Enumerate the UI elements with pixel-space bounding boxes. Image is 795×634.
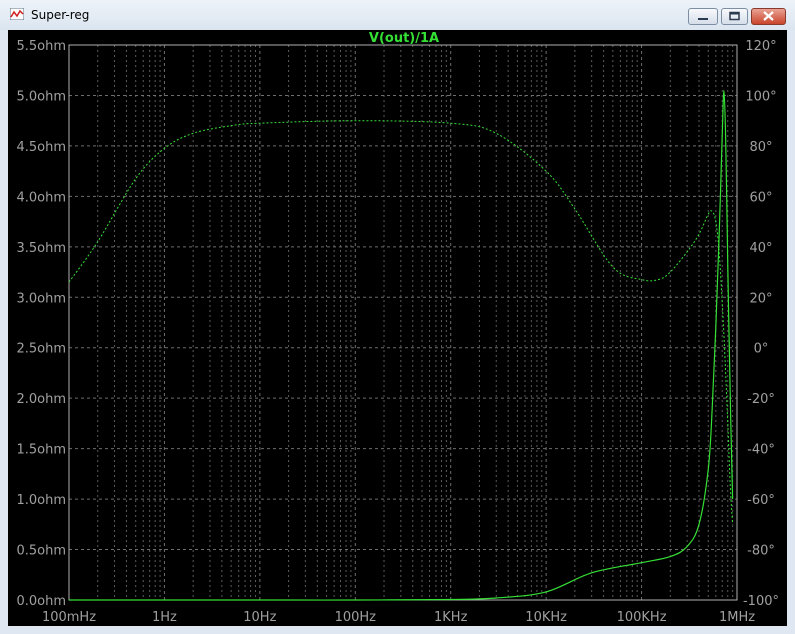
y-left-tick-label: 2.0ohm xyxy=(16,392,66,407)
x-tick-label: 100mHz xyxy=(42,610,96,625)
minimize-icon xyxy=(698,18,708,20)
x-tick-label: 1Hz xyxy=(152,610,177,625)
y-left-tick-label: 0.0ohm xyxy=(16,594,66,609)
x-tick-label: 100KHz xyxy=(617,610,667,625)
close-button[interactable] xyxy=(751,8,786,25)
y-right-tick-label: 0° xyxy=(754,342,769,357)
x-tick-label: 1MHz xyxy=(719,610,755,625)
y-left-tick-label: 5.5ohm xyxy=(16,39,66,54)
maximize-button[interactable] xyxy=(721,8,748,25)
y-right-tick-label: 60° xyxy=(749,190,772,205)
y-left-tick-label: 3.0ohm xyxy=(16,291,66,306)
y-right-tick-label: 100° xyxy=(745,89,776,104)
y-left-tick-label: 2.5ohm xyxy=(16,342,66,357)
y-left-tick-label: 4.0ohm xyxy=(16,190,66,205)
bode-plot[interactable]: 100mHz 1Hz 10Hz 100Hz 1KHz 10KHz 100KHz 1MHz 0.0… xyxy=(8,30,787,626)
chart-title: V(out)/1A xyxy=(369,31,439,46)
x-tick-label: 10KHz xyxy=(525,610,567,625)
y-left-tick-label: 0.5ohm xyxy=(16,544,66,559)
y-right-tick-label: 80° xyxy=(749,140,772,155)
y-left-tick-label: 3.5ohm xyxy=(16,241,66,256)
x-tick-label: 10Hz xyxy=(243,610,276,625)
y-right-tick-label: -40° xyxy=(747,443,775,458)
y-right-tick-label: -80° xyxy=(747,544,775,559)
y-left-tick-label: 1.5ohm xyxy=(16,443,66,458)
y-right-tick-label: -100° xyxy=(743,594,779,609)
window-title: Super-reg xyxy=(31,8,90,22)
app-window: Super-reg 100mHz 1Hz 10Hz 100Hz 1KHz 10KHz 100… xyxy=(0,0,795,634)
plot-area[interactable]: 100mHz 1Hz 10Hz 100Hz 1KHz 10KHz 100KHz 1MHz 0.0… xyxy=(8,30,787,626)
x-tick-label: 100Hz xyxy=(335,610,377,625)
y-left-tick-label: 4.5ohm xyxy=(16,140,66,155)
minimize-button[interactable] xyxy=(688,8,718,25)
y-right-tick-label: -60° xyxy=(747,493,775,508)
y-right-tick-label: 120° xyxy=(745,39,776,54)
y-left-tick-label: 5.0ohm xyxy=(16,89,66,104)
x-tick-label: 1KHz xyxy=(434,610,468,625)
y-left-tick-label: 1.0ohm xyxy=(16,493,66,508)
y-right-tick-label: 20° xyxy=(749,291,772,306)
title-bar[interactable]: Super-reg xyxy=(0,0,795,30)
waveform-app-icon xyxy=(10,8,24,20)
y-right-tick-label: -20° xyxy=(747,392,775,407)
y-right-tick-label: 40° xyxy=(749,241,772,256)
close-icon xyxy=(763,11,774,21)
maximize-icon xyxy=(729,11,740,21)
